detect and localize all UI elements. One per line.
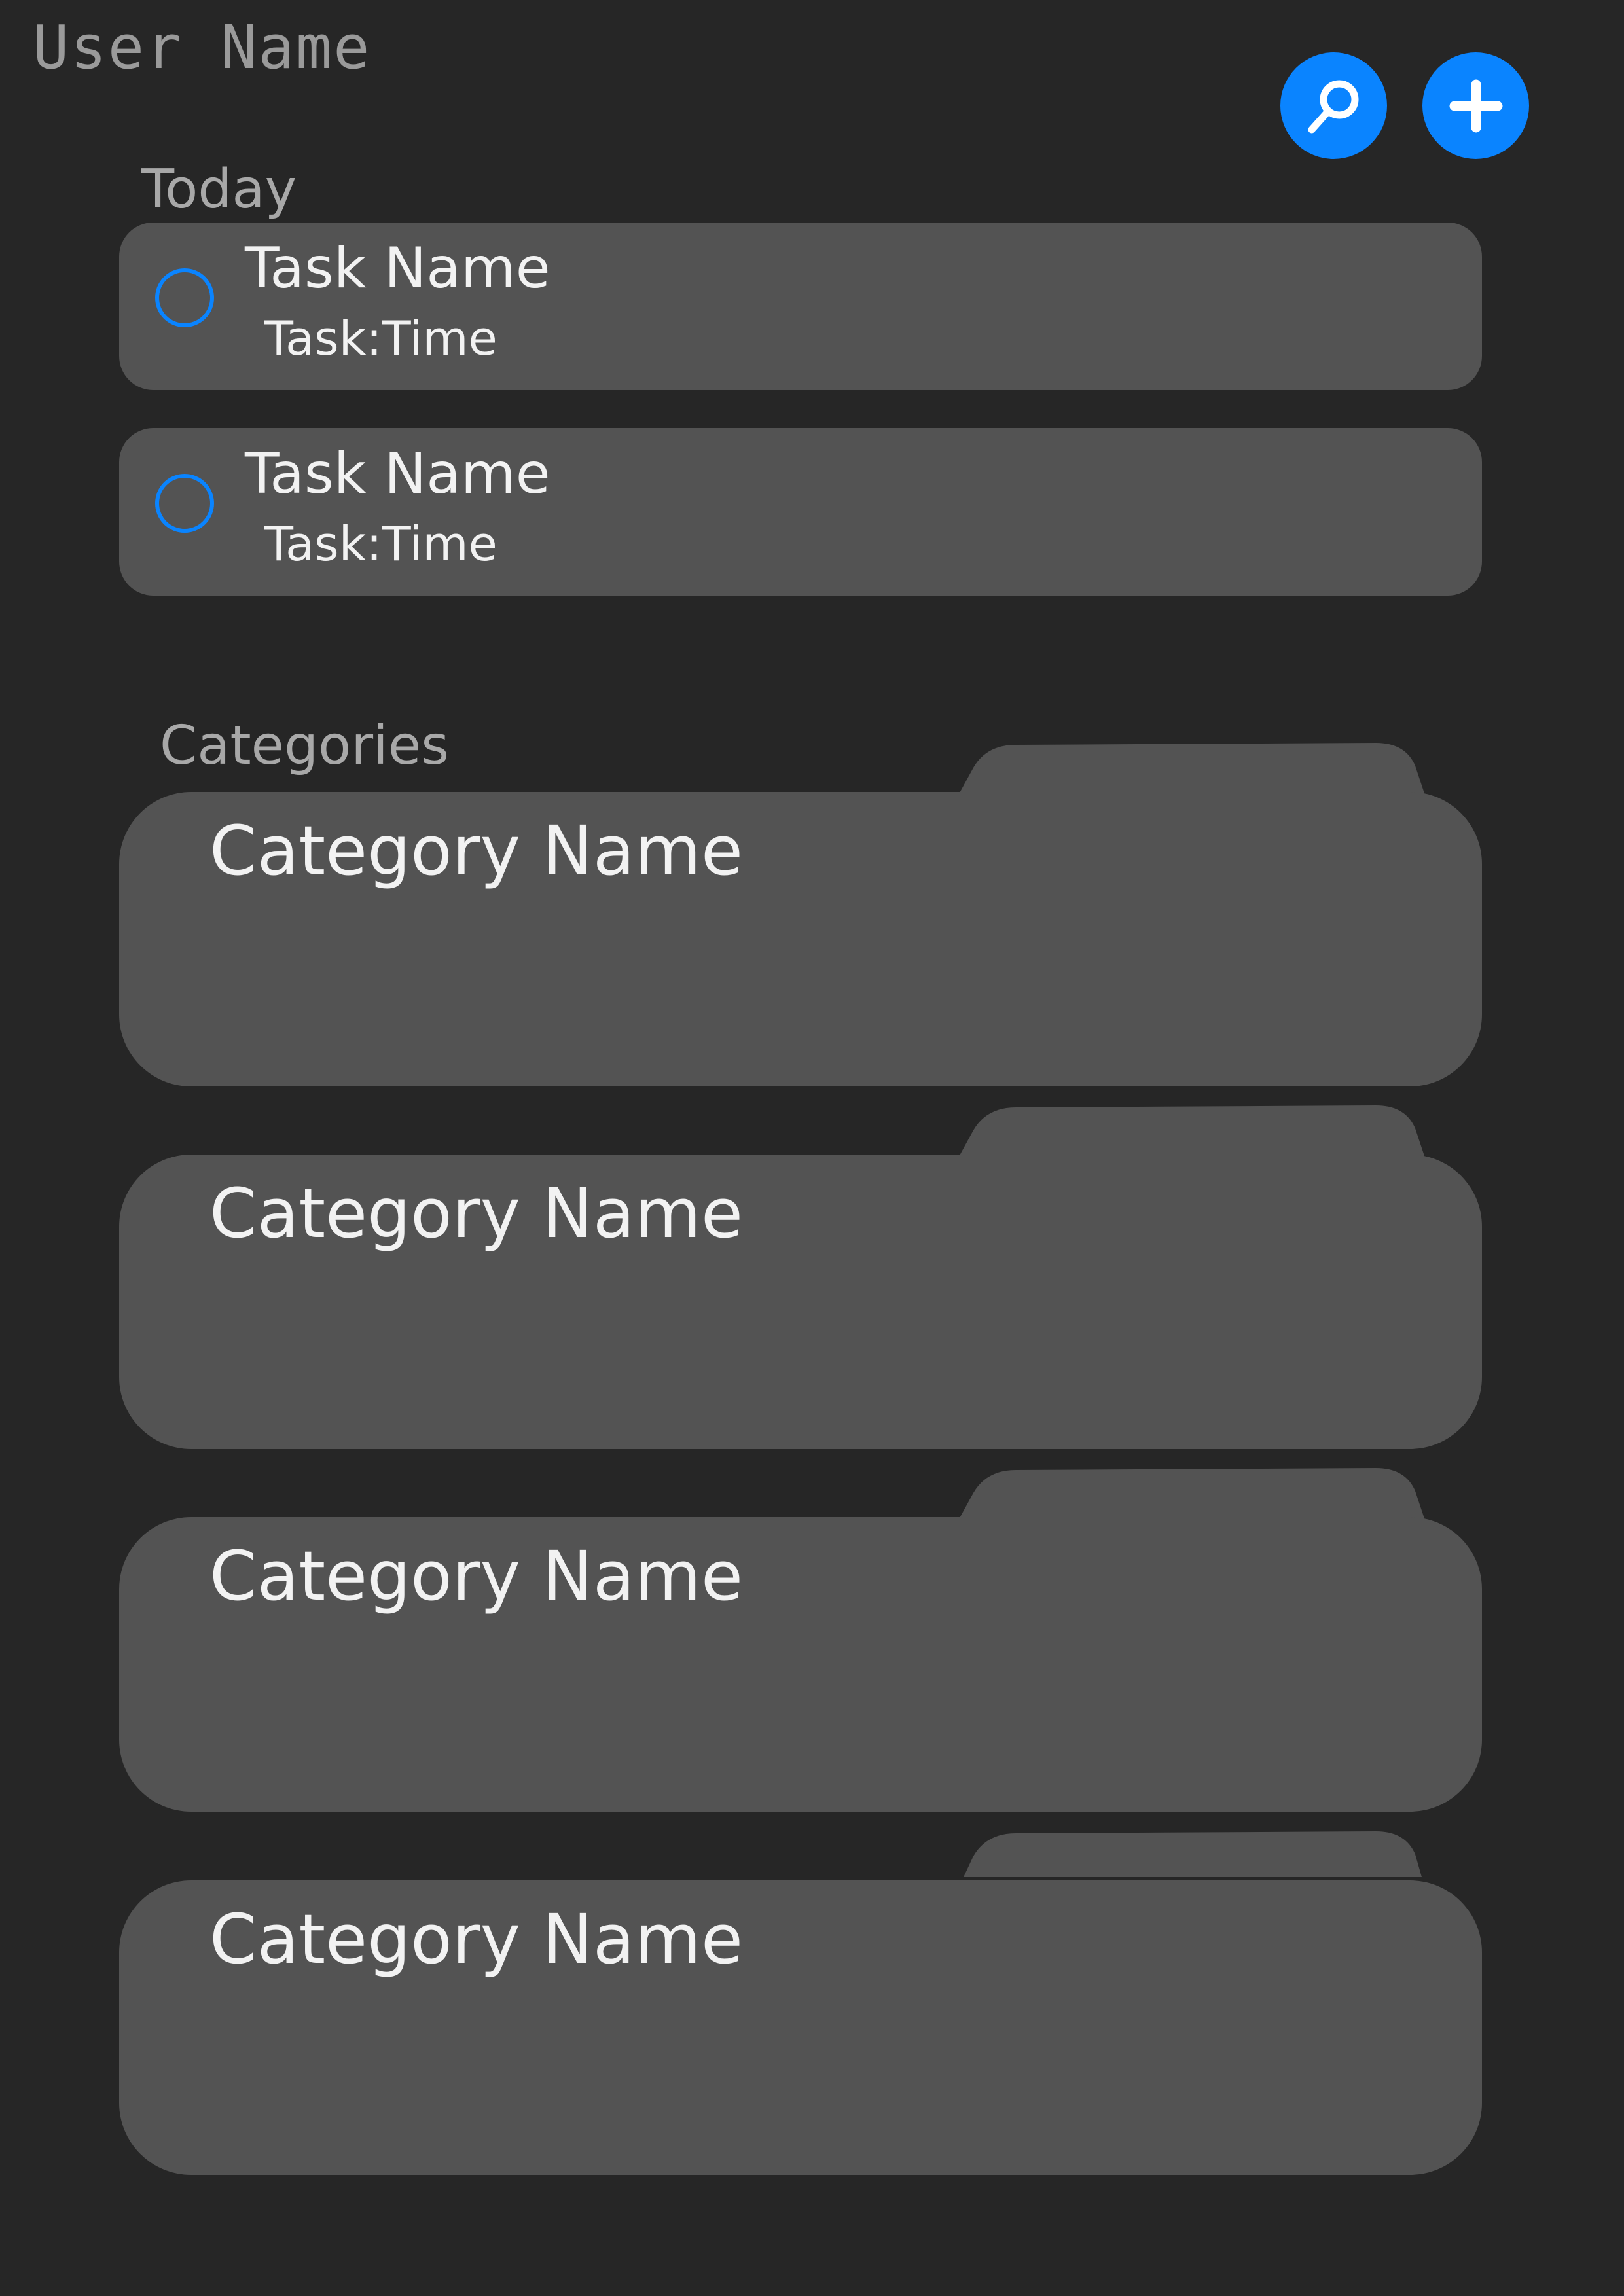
task-card[interactable]: Task Name Task:Time bbox=[119, 428, 1482, 596]
plus-icon bbox=[1449, 79, 1502, 132]
task-time: Task:Time bbox=[264, 516, 497, 571]
task-card[interactable]: Task Name Task:Time bbox=[119, 223, 1482, 390]
category-name: Category Name bbox=[209, 1899, 743, 1979]
search-icon bbox=[1308, 80, 1358, 133]
task-name: Task Name bbox=[245, 236, 550, 301]
category-name: Category Name bbox=[209, 1536, 743, 1616]
category-folder[interactable]: Category Name bbox=[119, 1468, 1482, 1812]
task-complete-checkbox[interactable] bbox=[155, 268, 214, 327]
category-card[interactable]: Category Name bbox=[119, 1155, 1482, 1449]
category-folder[interactable]: Category Name bbox=[119, 1105, 1482, 1449]
category-folder[interactable]: Category Name bbox=[119, 1831, 1482, 2175]
category-folder[interactable]: Category Name bbox=[119, 743, 1482, 1086]
task-name: Task Name bbox=[245, 441, 550, 507]
category-name: Category Name bbox=[209, 1174, 743, 1253]
category-card[interactable]: Category Name bbox=[119, 792, 1482, 1086]
category-card[interactable]: Category Name bbox=[119, 1517, 1482, 1812]
today-heading: Today bbox=[141, 158, 297, 221]
category-card[interactable]: Category Name bbox=[119, 1880, 1482, 2175]
add-button[interactable] bbox=[1422, 52, 1529, 159]
category-name: Category Name bbox=[209, 811, 743, 891]
task-complete-checkbox[interactable] bbox=[155, 474, 214, 533]
user-name: User Name bbox=[33, 12, 371, 82]
search-button[interactable] bbox=[1280, 52, 1387, 159]
task-time: Task:Time bbox=[264, 311, 497, 366]
